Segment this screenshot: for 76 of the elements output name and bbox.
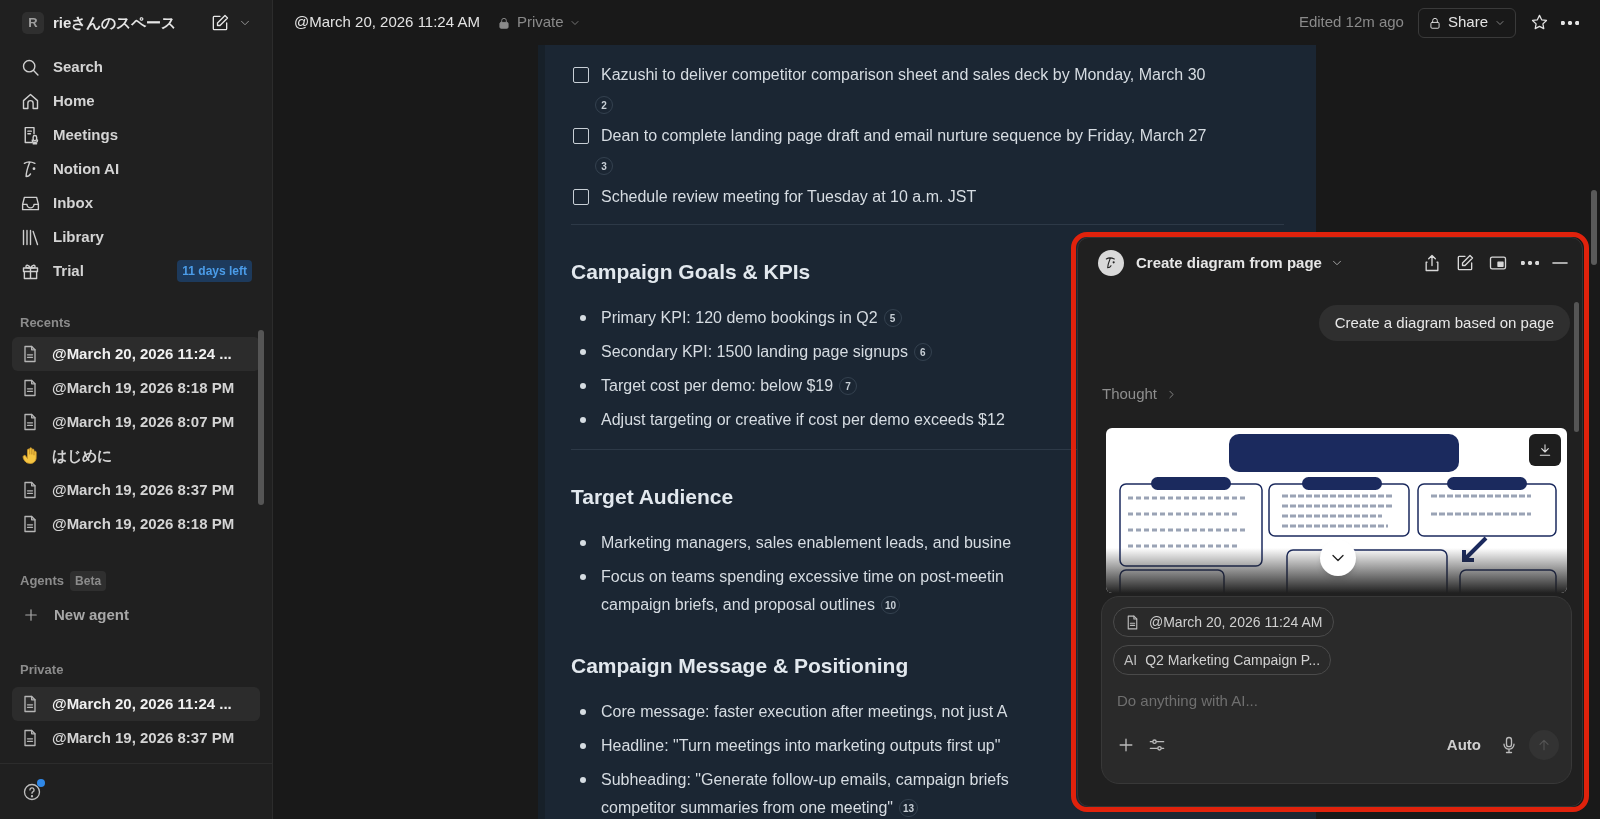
lock-icon [496,15,511,30]
chat-title-button[interactable]: Create diagram from page [1136,251,1344,275]
workspace-avatar: R [22,12,44,34]
share-button[interactable]: Share [1417,7,1516,38]
list-item-text: Subheading: "Generate follow-up emails, campaign briefs [601,770,1009,790]
scrollbar[interactable] [1591,190,1597,265]
list-item-text: Core message: faster execution after meetings, not just A [601,702,1008,722]
new-page-button[interactable] [210,13,230,33]
list-item-text: Focus on teams spending excessive time on post-meetin [601,567,1004,587]
todo-text: Dean to complete landing page draft and email nurture sequence by Friday, March 27 [601,125,1207,146]
page-title[interactable]: @March 20, 2026 11:24 AM [294,11,480,34]
new-agent-item[interactable]: New agent [12,598,260,632]
page-item[interactable]: @March 19, 2026 8:37 PM [12,721,260,755]
nav-item[interactable]: Inbox [12,186,260,220]
ai-text-label: AI [1124,650,1138,670]
section-label: Recents [19,314,72,333]
help-icon [22,781,42,802]
checkbox[interactable] [573,188,589,205]
favorite-button[interactable] [1530,13,1549,32]
page-item[interactable]: はじめに [12,439,260,473]
section-label: Private [19,661,65,680]
help-button[interactable] [22,781,42,802]
thought-toggle[interactable]: Thought [1102,382,1179,406]
scrollbar[interactable] [1574,302,1579,432]
privacy-button[interactable]: Private [496,11,581,34]
lock-icon [1427,15,1442,30]
page-item[interactable]: @March 19, 2026 8:07 PM [12,405,260,439]
list-item-text: Marketing managers, sales enablement leads, and busine [601,533,1012,553]
compose-icon [210,13,230,33]
section-heading: Target Audience [571,484,734,511]
page-item[interactable]: @March 19, 2026 8:18 PM [12,507,260,541]
chat-input[interactable]: Do anything with AI... [1117,687,1559,713]
nav-item[interactable]: Trial 11 days left [12,254,260,288]
section-label: Agents [20,572,65,591]
plus-icon [22,606,40,624]
list-item-text: Secondary KPI: 1500 landing page signups [601,342,908,362]
nav-item[interactable]: Search [12,50,260,84]
edited-time: Edited 12m ago [1298,12,1404,33]
new-chat-button[interactable] [1455,253,1475,273]
list-item-text: campaign briefs, and proposal outlines [601,595,875,615]
more-button[interactable] [1521,261,1539,265]
beta-badge: Beta [70,571,107,591]
section-heading: Campaign Goals & KPIs [571,259,811,286]
checkbox[interactable] [573,66,589,83]
todo-text: Schedule review meeting for Tuesday at 10 a.m. JST [601,186,977,207]
list-item-text: Target cost per demo: below $19 [601,376,834,396]
star-icon [1530,13,1549,32]
list-item-text: competitor summaries from one meeting" [601,798,893,818]
download-icon [1537,442,1553,458]
more-icon [1561,20,1579,25]
list-item-text: Primary KPI: 120 demo bookings in Q2 [601,308,878,328]
nav-item[interactable]: Home [12,84,260,118]
arrow-up-icon [1536,737,1552,753]
minimize-icon [1552,262,1568,264]
nav-item[interactable]: Meetings [12,118,260,152]
page-item[interactable]: @March 19, 2026 8:18 PM [12,371,260,405]
user-message: Create a diagram based on page [1318,305,1570,341]
model-selector[interactable]: Auto [1446,733,1481,757]
nav-item[interactable]: Notion AI [12,152,260,186]
page-item[interactable]: @March 20, 2026 11:24 ... [12,337,260,371]
download-button[interactable] [1529,434,1561,466]
list-item-text: Headline: "Turn meetings into marketing outputs first up" [601,736,1001,756]
more-button[interactable] [1561,20,1579,25]
page-item[interactable]: @March 19, 2026 8:37 PM [12,473,260,507]
scrollbar[interactable] [258,330,264,505]
trial-badge: 11 days left [177,260,252,282]
list-item-text: Adjust targeting or creative if cost per demo exceeds $12 [601,410,1005,430]
compose-icon [1455,253,1475,273]
waving-hand-icon [20,446,40,466]
todo-text: Kazushi to deliver competitor comparison sheet and sales deck by Monday, March 30 [601,64,1206,85]
more-icon [1521,261,1539,265]
workspace-name[interactable]: rieさんのスペース [53,11,177,35]
checkbox[interactable] [573,127,589,144]
page-item[interactable]: @March 20, 2026 11:24 ... [12,687,260,721]
nav-item[interactable]: Library [12,220,260,254]
section-heading: Campaign Message & Positioning [571,653,909,680]
